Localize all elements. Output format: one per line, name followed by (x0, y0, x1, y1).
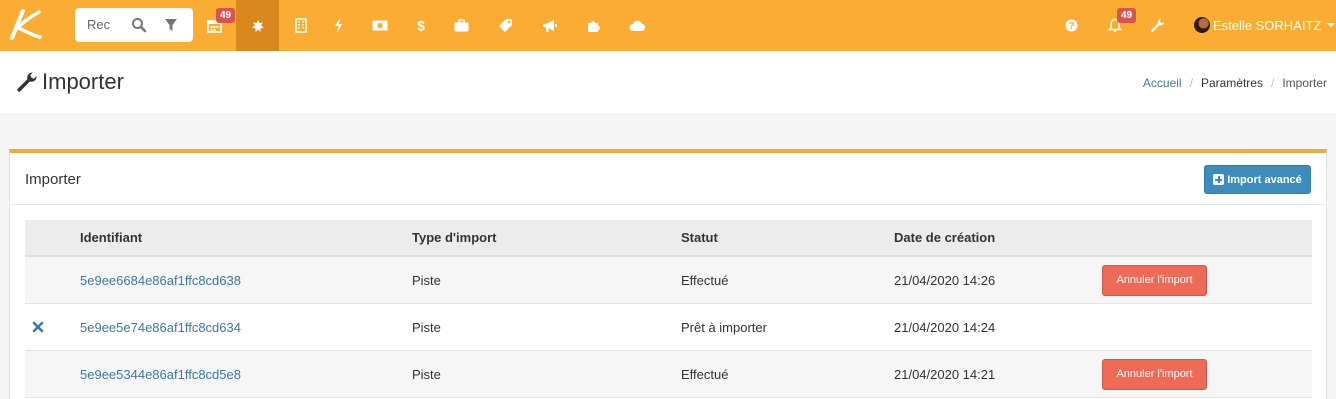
cancel-cell: Annuler l'import (1102, 351, 1207, 397)
nav-bolt[interactable] (317, 0, 360, 51)
column-header-date[interactable]: Date de création (894, 220, 995, 255)
puzzle-piece-icon (588, 21, 600, 32)
page-title: Importer (42, 69, 124, 94)
top-navbar: 49 $ (0, 0, 1336, 51)
cloud-icon (629, 20, 645, 31)
breadcrumb-separator: / (1270, 76, 1275, 90)
import-status: Effectué (681, 272, 729, 288)
cancel-import-button[interactable]: Annuler l'import (1102, 264, 1207, 296)
help-icon: ? (1065, 19, 1078, 32)
table-row: 5e9ee5344e86af1ffc8cd5e8 Piste Effectué … (25, 351, 1312, 398)
briefcase-icon (454, 19, 469, 32)
user-menu[interactable]: Estelle SORHAITZ (1194, 17, 1336, 33)
advanced-import-button[interactable]: Import avancé (1204, 165, 1311, 194)
import-type: Piste (412, 319, 441, 335)
notifications-badge: 49 (1117, 8, 1137, 23)
nav-tools[interactable] (1136, 0, 1179, 51)
nav-settings-active[interactable] (236, 0, 279, 51)
wrench-icon (1150, 18, 1165, 33)
nav-building[interactable] (279, 0, 322, 51)
column-header-status[interactable]: Statut (681, 220, 718, 255)
svg-text:$: $ (417, 18, 425, 33)
delete-icon[interactable] (32, 321, 44, 333)
nav-money[interactable] (358, 0, 401, 51)
calendar-badge: 49 (216, 8, 236, 23)
import-type: Piste (412, 272, 441, 288)
column-header-type[interactable]: Type d'import (412, 220, 496, 255)
brand-logo[interactable] (6, 8, 46, 42)
wrench-icon (17, 72, 37, 92)
import-id-link[interactable]: 5e9ee5344e86af1ffc8cd5e8 (80, 351, 241, 397)
nav-help[interactable]: ? (1050, 0, 1093, 51)
imports-table: Identifiant Type d'import Statut Date de… (25, 220, 1312, 398)
panel-header: Importer Import avancé (10, 153, 1326, 205)
import-date: 21/04/2020 14:26 (894, 272, 996, 288)
panel-title: Importer (25, 171, 81, 188)
breadcrumb-home[interactable]: Accueil (1143, 76, 1182, 90)
action-cell (32, 304, 44, 350)
advanced-import-label: Import avancé (1227, 173, 1302, 186)
breadcrumb: Accueil / Paramètres / Importer (1143, 76, 1327, 90)
column-header-id[interactable]: Identifiant (80, 220, 142, 255)
breadcrumb-current: Importer (1282, 76, 1327, 90)
money-icon (372, 20, 387, 31)
cancel-cell: Annuler l'import (1102, 257, 1207, 303)
search-icon[interactable] (131, 17, 147, 33)
importer-panel: Importer Import avancé Identifiant Type … (9, 149, 1327, 399)
dollar-icon: $ (417, 18, 425, 33)
user-name: Estelle SORHAITZ (1213, 17, 1322, 33)
breadcrumb-settings[interactable]: Paramètres (1201, 76, 1263, 90)
table-header-row: Identifiant Type d'import Statut Date de… (25, 220, 1312, 257)
plus-square-icon (1213, 174, 1225, 185)
tag-icon (499, 19, 512, 32)
avatar (1194, 17, 1210, 33)
svg-text:?: ? (1068, 21, 1074, 32)
filter-icon[interactable] (164, 17, 178, 33)
nav-briefcase[interactable] (440, 0, 483, 51)
import-id-link[interactable]: 5e9ee5e74e86af1ffc8cd634 (80, 304, 241, 350)
import-date: 21/04/2020 14:21 (894, 366, 996, 382)
chevron-down-icon (1327, 23, 1336, 27)
bolt-icon (335, 18, 342, 33)
breadcrumb-separator: / (1189, 76, 1193, 90)
import-status: Prêt à importer (681, 319, 767, 335)
megaphone-icon (542, 19, 557, 32)
nav-cloud[interactable] (616, 0, 659, 51)
page-header: Importer Accueil / Paramètres / Importer (0, 51, 1336, 113)
table-row: 5e9ee5e74e86af1ffc8cd634 Piste Prêt à im… (25, 304, 1312, 351)
puzzle-icon (251, 19, 264, 32)
table-row: 5e9ee6684e86af1ffc8cd638 Piste Effectué … (25, 257, 1312, 304)
nav-puzzle-piece[interactable] (572, 0, 615, 51)
import-status: Effectué (681, 366, 729, 382)
search-box (75, 8, 193, 42)
search-input[interactable] (87, 17, 111, 32)
import-type: Piste (412, 366, 441, 382)
building-icon (294, 18, 307, 33)
nav-dollar[interactable]: $ (399, 0, 442, 51)
nav-megaphone[interactable] (528, 0, 571, 51)
nav-tag[interactable] (484, 0, 527, 51)
import-date: 21/04/2020 14:24 (894, 319, 996, 335)
cancel-import-button[interactable]: Annuler l'import (1102, 358, 1207, 390)
import-id-link[interactable]: 5e9ee6684e86af1ffc8cd638 (80, 257, 241, 303)
